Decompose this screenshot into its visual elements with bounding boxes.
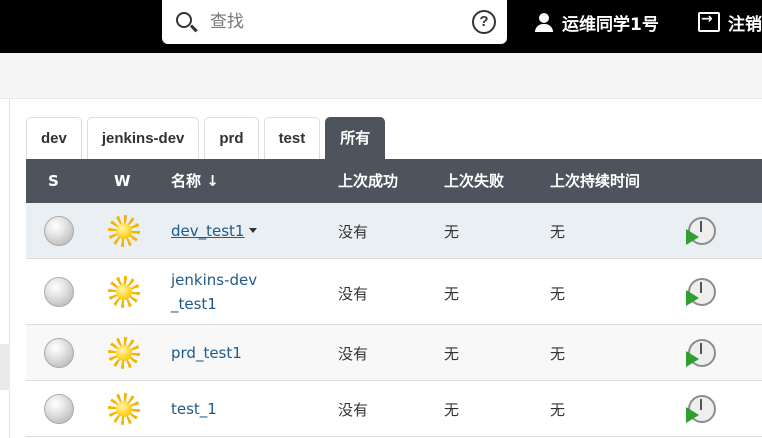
table-body: dev_test1 没有 无 无 jenkins-dev _test1 没有 无 … [26,203,762,437]
help-icon[interactable]: ? [472,10,496,34]
tab-dev[interactable]: dev [26,117,82,159]
col-name[interactable]: 名称 ↓ [171,159,219,203]
job-link[interactable]: dev_test1 [171,219,258,243]
logout-icon [698,11,720,32]
grey-ball-icon [44,216,74,246]
jobs-table: S W 名称 ↓ 上次成功 上次失败 上次持续时间 dev_test1 没有 无… [26,159,762,437]
sunny-icon [108,215,140,247]
last-failure: 无 [444,285,460,303]
job-link[interactable]: test_1 [171,397,217,421]
search-input[interactable] [210,8,470,36]
tab-jenkins-dev[interactable]: jenkins-dev [86,117,200,159]
last-success: 没有 [338,285,369,303]
last-duration: 无 [550,401,566,419]
schedule-build-icon[interactable] [686,278,716,306]
sunny-icon [108,337,140,369]
user-name: 运维同学1号 [562,14,659,35]
sunny-icon [108,393,140,425]
table-row: jenkins-dev _test1 没有 无 无 [26,259,762,325]
grey-ball-icon [44,277,74,307]
table-row: test_1 没有 无 无 [26,381,762,437]
logout-link[interactable]: 注销 [698,11,762,35]
grey-ball-icon [44,394,74,424]
schedule-build-icon[interactable] [686,395,716,423]
tab-prd[interactable]: prd [204,117,259,159]
tab-test[interactable]: test [263,117,321,159]
last-failure: 无 [444,345,460,363]
table-row: dev_test1 没有 无 无 [26,203,762,259]
last-duration: 无 [550,223,566,241]
schedule-build-icon[interactable] [686,339,716,367]
col-last-success[interactable]: 上次成功 [338,159,398,203]
sunny-icon [108,276,140,308]
table-header: S W 名称 ↓ 上次成功 上次失败 上次持续时间 [26,159,762,203]
last-duration: 无 [550,285,566,303]
col-weather[interactable]: W [114,159,131,203]
dropdown-caret-icon[interactable] [249,228,258,233]
schedule-build-icon[interactable] [686,217,716,245]
last-success: 没有 [338,345,369,363]
last-success: 没有 [338,401,369,419]
col-last-failure[interactable]: 上次失败 [444,159,504,203]
job-link[interactable]: prd_test1 [171,341,242,365]
table-row: prd_test1 没有 无 无 [26,325,762,381]
user-link[interactable]: 运维同学1号 [534,11,659,35]
last-success: 没有 [338,223,369,241]
sidebar-selected-item[interactable] [0,344,10,390]
logout-label: 注销 [728,14,762,35]
search-icon [176,12,192,28]
view-tabs: dev jenkins-dev prd test 所有 [26,117,390,159]
job-link[interactable]: jenkins-dev _test1 [171,268,257,316]
breadcrumb-bar [0,53,762,99]
last-failure: 无 [444,401,460,419]
search-box[interactable]: ? [162,0,507,44]
user-icon [534,12,554,32]
col-last-duration[interactable]: 上次持续时间 [550,159,640,203]
grey-ball-icon [44,338,74,368]
last-failure: 无 [444,223,460,241]
top-bar: ? 运维同学1号 注销 [0,0,762,53]
tab-all[interactable]: 所有 [325,117,386,159]
sidebar-edge [0,99,10,438]
col-status[interactable]: S [48,159,59,203]
last-duration: 无 [550,345,566,363]
